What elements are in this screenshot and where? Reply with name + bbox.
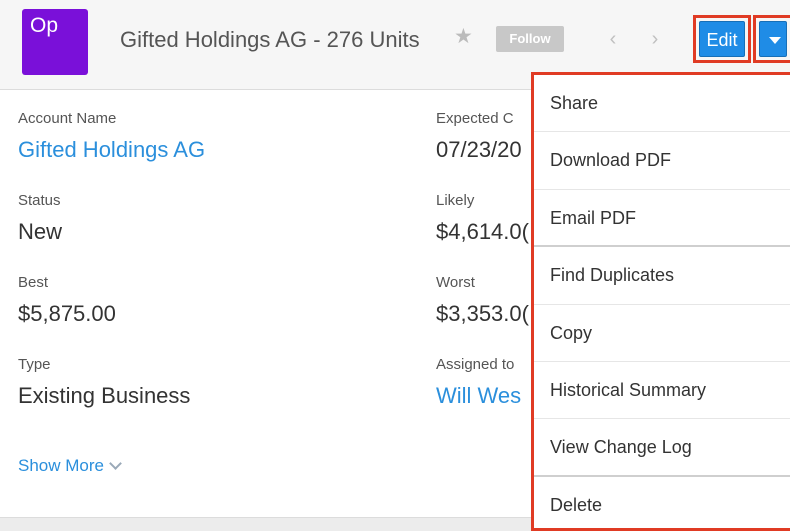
field-value: 07/23/20 [436, 137, 522, 162]
field-value: $4,614.0( [436, 219, 529, 244]
menu-item-find-duplicates[interactable]: Find Duplicates [534, 247, 790, 305]
show-more-link[interactable]: Show More [18, 456, 122, 476]
field-account-name: Account Name Gifted Holdings AG [18, 110, 205, 163]
field-best: Best $5,875.00 [18, 274, 116, 327]
field-label: Worst [436, 274, 475, 291]
assigned-user-link[interactable]: Will Wes [436, 383, 532, 409]
field-label: Best [18, 274, 49, 291]
field-label: Likely [436, 192, 475, 209]
chevron-down-icon [109, 457, 122, 470]
field-label: Type [18, 356, 51, 373]
field-value: Existing Business [18, 383, 191, 408]
record-title: Gifted Holdings AG - 276 Units [120, 27, 420, 52]
previous-record-icon[interactable]: ‹ [603, 27, 623, 51]
next-record-icon[interactable]: › [645, 27, 665, 51]
field-value: $3,353.0( [436, 301, 529, 326]
edit-button-highlight: Edit [693, 15, 751, 63]
field-likely: Likely $4,614.0( [436, 192, 532, 245]
menu-item-share[interactable]: Share [534, 75, 790, 133]
actions-dropdown-button[interactable] [759, 21, 787, 57]
menu-item-copy[interactable]: Copy [534, 305, 790, 362]
account-name-link[interactable]: Gifted Holdings AG [18, 137, 205, 163]
actions-dropdown-menu: Share Download PDF Email PDF Find Duplic… [531, 72, 790, 531]
field-type: Type Existing Business [18, 356, 190, 409]
show-more-label: Show More [18, 456, 104, 475]
field-label: Assigned to [436, 356, 515, 373]
edit-button[interactable]: Edit [699, 21, 745, 57]
menu-item-delete[interactable]: Delete [534, 477, 790, 531]
field-status: Status New [18, 192, 62, 245]
field-value: New [18, 219, 63, 244]
field-label: Account Name [18, 110, 117, 127]
field-expected-close-date: Expected C 07/23/20 [436, 110, 532, 163]
follow-button[interactable]: Follow [496, 26, 564, 52]
menu-item-email-pdf[interactable]: Email PDF [534, 190, 790, 248]
menu-item-view-change-log[interactable]: View Change Log [534, 419, 790, 477]
actions-dropdown-highlight [753, 15, 790, 63]
menu-item-historical-summary[interactable]: Historical Summary [534, 362, 790, 420]
field-assigned-to: Assigned to Will Wes [436, 356, 532, 409]
field-value: $5,875.00 [18, 301, 116, 326]
field-label: Expected C [436, 110, 514, 127]
field-label: Status [18, 192, 61, 209]
caret-down-icon [769, 37, 781, 44]
field-worst: Worst $3,353.0( [436, 274, 532, 327]
menu-item-download-pdf[interactable]: Download PDF [534, 132, 790, 190]
favorite-star-icon[interactable]: ★ [454, 26, 473, 47]
module-badge: Op [22, 9, 88, 75]
